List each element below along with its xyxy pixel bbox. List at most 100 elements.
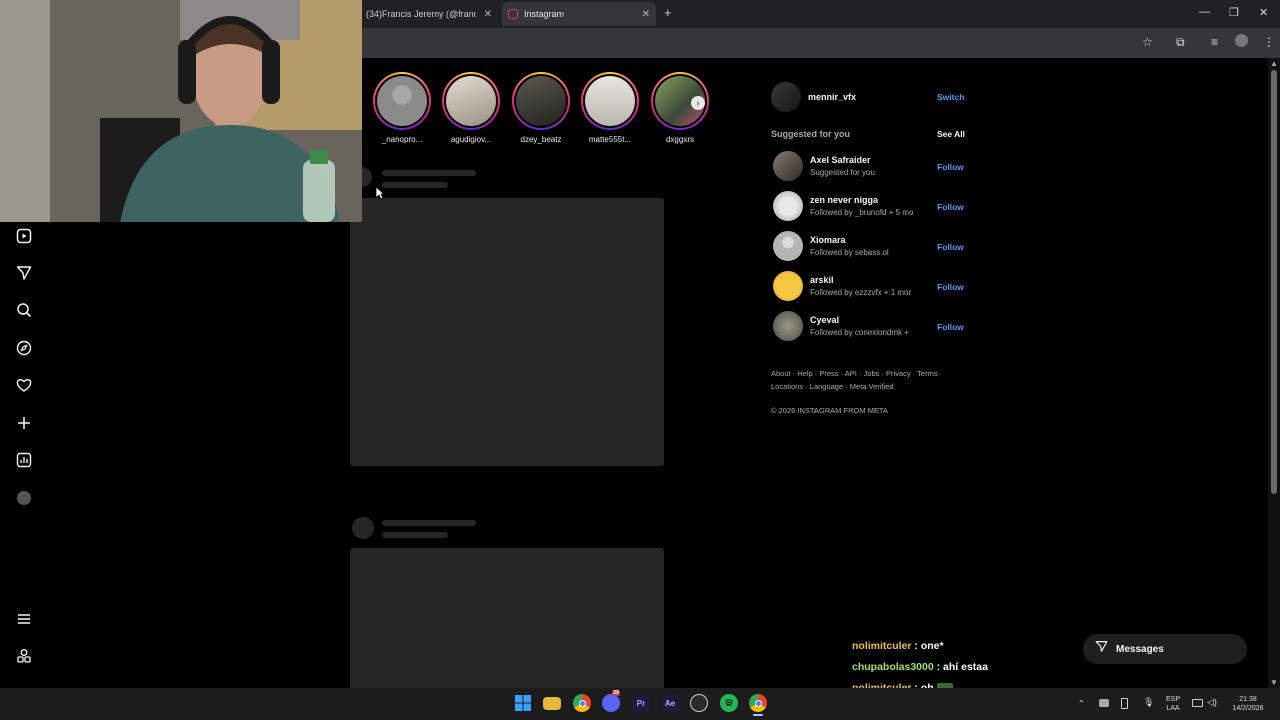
chat-text: : ahí estaa	[933, 661, 988, 673]
copyright-text: © 2026 INSTAGRAM FROM META	[771, 406, 888, 415]
story-username: agudigiov...	[450, 135, 492, 144]
scrollbar[interactable]: ▲ ▼	[1268, 58, 1280, 688]
reels-icon[interactable]	[14, 226, 34, 246]
suggestion-name[interactable]: arskil	[810, 275, 834, 285]
explore-compass-icon[interactable]	[14, 338, 34, 358]
chat-text: : one*	[911, 640, 944, 652]
post-header-placeholder	[382, 170, 476, 176]
clock[interactable]: 21:38 14/2/2026	[1226, 695, 1270, 713]
mouse-cursor-icon	[375, 186, 386, 205]
spotify-icon[interactable]	[720, 694, 738, 712]
extensions-icon[interactable]: ⧉	[1176, 35, 1185, 50]
story-item[interactable]: agudigiov...	[440, 72, 502, 144]
after-effects-icon[interactable]: Ae	[661, 694, 679, 712]
follow-button[interactable]: Follow	[937, 242, 964, 252]
story-item[interactable]: matte555t...	[579, 72, 641, 144]
suggestion-name[interactable]: zen never nigga	[810, 195, 878, 205]
also-from-meta-icon[interactable]	[14, 646, 34, 666]
close-window-button[interactable]: ✕	[1259, 6, 1268, 19]
discord-tray-icon[interactable]	[1099, 699, 1109, 707]
scrollbar-thumb[interactable]	[1271, 70, 1277, 494]
current-user-avatar[interactable]	[771, 82, 801, 112]
webcam-overlay	[0, 0, 362, 222]
profile-avatar-icon[interactable]	[1235, 34, 1248, 47]
tab-francis-jeremy[interactable]: (34)Francis Jeremy (@francisjer ✕	[362, 2, 498, 26]
see-all-link[interactable]: See All	[937, 129, 965, 139]
suggestion-subtitle: Followed by sebass.ol	[810, 248, 889, 257]
suggestion-avatar[interactable]	[773, 271, 803, 301]
follow-button[interactable]: Follow	[937, 322, 964, 332]
chrome-icon[interactable]	[573, 694, 591, 712]
story-username: matte555t...	[588, 135, 632, 144]
story-username: _nanopro...	[381, 135, 423, 144]
search-icon[interactable]	[14, 300, 34, 320]
close-icon[interactable]: ✕	[484, 9, 492, 20]
stories-next-arrow-icon[interactable]: ›	[691, 96, 705, 110]
tab-instagram[interactable]: Instagram ✕	[502, 2, 656, 26]
active-app-indicator	[753, 714, 763, 716]
suggestion-avatar[interactable]	[773, 151, 803, 181]
post-avatar-placeholder	[352, 517, 374, 539]
story-avatar	[585, 76, 635, 126]
network-icon[interactable]	[1192, 699, 1203, 707]
post-header-placeholder	[382, 182, 448, 188]
volume-icon[interactable]: ◁)	[1207, 698, 1217, 707]
story-username: dzey_beatz	[520, 135, 562, 144]
switch-account-link[interactable]: Switch	[937, 92, 964, 102]
messages-button[interactable]: Messages	[1083, 634, 1247, 664]
suggestion-avatar[interactable]	[773, 191, 803, 221]
suggestion-name[interactable]: Cyeval	[810, 315, 839, 325]
chrome-icon[interactable]	[749, 694, 767, 712]
notifications-heart-icon[interactable]	[14, 375, 34, 395]
suggestion-name[interactable]: Axel Safraider	[810, 155, 871, 165]
file-explorer-icon[interactable]	[543, 697, 561, 710]
direct-messages-icon[interactable]	[14, 263, 34, 283]
story-item[interactable]: _nanopro...	[371, 72, 433, 144]
language-indicator[interactable]: ESP LAA	[1162, 695, 1184, 713]
maximize-button[interactable]: ❐	[1229, 6, 1239, 19]
more-menu-icon[interactable]	[14, 609, 34, 629]
media-control-icon[interactable]: ≡	[1211, 35, 1218, 49]
minimize-button[interactable]: —	[1199, 6, 1210, 18]
menu-icon[interactable]: ⋮	[1263, 35, 1275, 49]
obs-icon[interactable]	[690, 694, 708, 712]
post-header-placeholder	[382, 520, 476, 526]
follow-button[interactable]: Follow	[937, 162, 964, 172]
chat-username: chupabolas3000	[852, 661, 934, 673]
post-media-placeholder	[350, 548, 664, 688]
current-username[interactable]: mennir_vfx	[808, 92, 856, 102]
usb-tray-icon[interactable]	[1121, 698, 1128, 709]
post-header-placeholder	[382, 532, 448, 538]
tray-overflow-icon[interactable]: ⌃	[1078, 699, 1085, 708]
footer-links[interactable]: About · Help · Press · API · Jobs · Priv…	[771, 369, 942, 378]
dashboard-icon[interactable]	[14, 450, 34, 470]
close-icon[interactable]: ✕	[642, 9, 650, 20]
scroll-down-icon[interactable]: ▼	[1270, 678, 1278, 687]
suggestion-subtitle: Followed by conexiondmk +	[810, 328, 909, 337]
follow-button[interactable]: Follow	[937, 282, 964, 292]
suggestion-avatar[interactable]	[773, 311, 803, 341]
microphone-icon[interactable]: 🎙	[1143, 698, 1154, 707]
create-plus-icon[interactable]	[14, 413, 34, 433]
scroll-up-icon[interactable]: ▲	[1270, 59, 1278, 68]
story-avatar	[377, 76, 427, 126]
footer-links[interactable]: Locations · Language · Meta Verified	[771, 382, 894, 391]
bookmark-star-icon[interactable]: ☆	[1142, 35, 1153, 49]
discord-icon[interactable]: 29	[602, 690, 621, 712]
suggestion-avatar[interactable]	[773, 231, 803, 261]
new-tab-button[interactable]: +	[664, 5, 672, 20]
clock-date: 14/2/2026	[1232, 705, 1264, 712]
layout-code: LAA	[1166, 705, 1180, 712]
follow-button[interactable]: Follow	[937, 202, 964, 212]
profile-avatar-icon[interactable]	[14, 488, 34, 508]
suggestion-subtitle: Followed by _brunofd + 5 mo	[810, 208, 914, 217]
clock-time: 21:38	[1239, 696, 1257, 703]
chat-message: nolimitculer : one*	[852, 640, 944, 652]
suggestion-name[interactable]: Xiomara	[810, 235, 846, 245]
story-avatar	[446, 76, 496, 126]
messages-icon	[1095, 640, 1108, 658]
story-item[interactable]: dzey_beatz	[510, 72, 572, 144]
windows-start-icon[interactable]	[514, 694, 532, 712]
tab-title: Instagram	[524, 9, 565, 19]
premiere-pro-icon[interactable]: Pr	[632, 694, 650, 712]
